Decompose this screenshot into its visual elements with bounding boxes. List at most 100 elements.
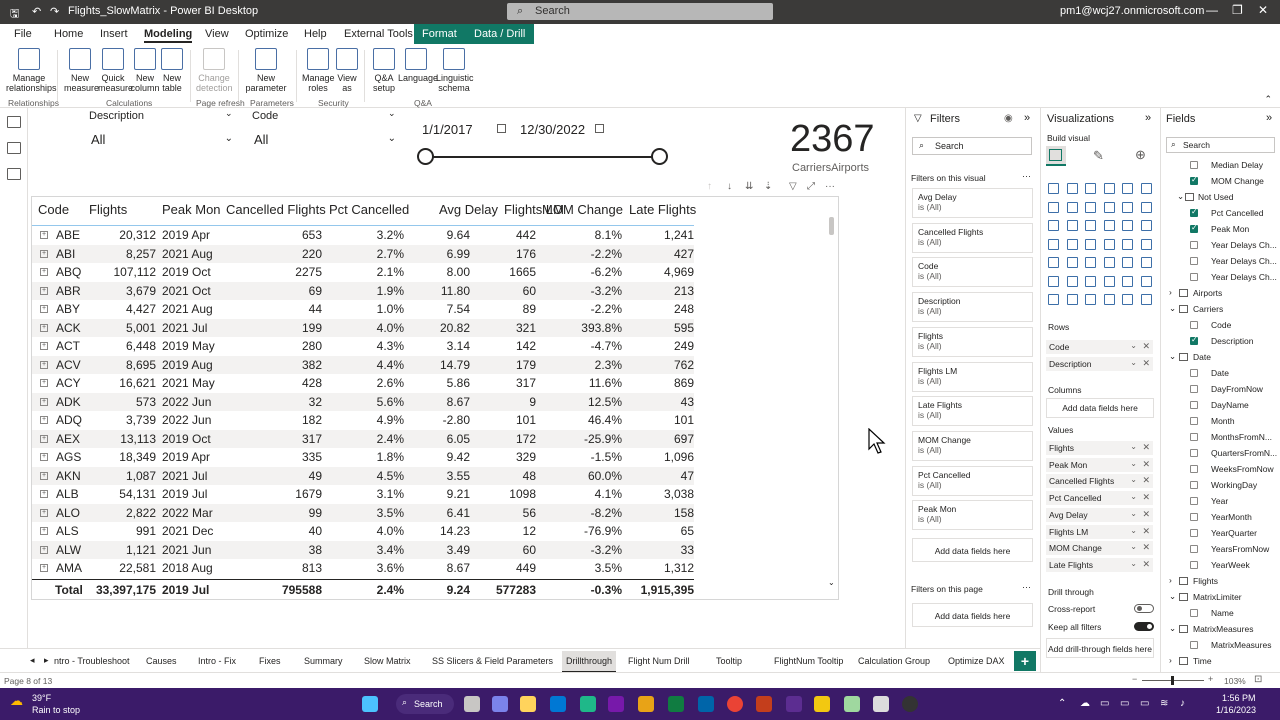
expand-row-icon[interactable]: + xyxy=(40,286,48,295)
zoom-slider[interactable] xyxy=(1142,676,1204,685)
visual-type-icon[interactable] xyxy=(1085,220,1096,231)
visual-type-icon[interactable] xyxy=(1140,275,1152,287)
expand-all-icon[interactable]: ⇊ xyxy=(745,181,753,192)
visual-type-icon[interactable] xyxy=(1122,201,1133,213)
restore-icon[interactable]: ❐ xyxy=(1232,3,1243,17)
table-row[interactable]: + ADQ 3,739 2022 Jun 182 4.9% -2.80 101 46.4% 101 xyxy=(32,411,694,429)
table-row[interactable]: + ACT 6,448 2019 May 280 4.3% 3.14 142 -4.7% 249 xyxy=(32,337,694,355)
field-checkbox[interactable] xyxy=(1190,449,1198,457)
values-well-item[interactable]: Cancelled Flights ⌄ ✕ xyxy=(1046,474,1153,489)
rows-well-description[interactable]: Description ⌄ ✕ xyxy=(1046,357,1153,371)
page-tab[interactable]: FlightNum Tooltip xyxy=(774,656,843,666)
tray-chevron-icon[interactable]: ⌃ xyxy=(1058,698,1066,709)
field-checkbox[interactable] xyxy=(1190,609,1198,617)
menu-file[interactable]: File xyxy=(14,28,32,40)
expand-row-icon[interactable]: + xyxy=(40,490,48,498)
visual-type-icon[interactable] xyxy=(1085,201,1096,213)
field-item[interactable]: Date xyxy=(1161,366,1279,381)
expand-row-icon[interactable]: + xyxy=(40,397,48,406)
visual-type-icon[interactable] xyxy=(1066,201,1078,213)
table-row[interactable]: + AEX 13,113 2019 Oct 317 2.4% 6.05 172 -25.9% 69… xyxy=(32,429,694,448)
field-folder[interactable]: ⌄ Not Used xyxy=(1161,190,1279,205)
date-start-input[interactable]: 1/1/2017 xyxy=(418,118,510,140)
close-icon[interactable]: ✕ xyxy=(1258,3,1268,17)
more-options-icon[interactable]: ··· xyxy=(1022,171,1031,181)
field-item[interactable]: YearQuarter xyxy=(1161,526,1279,541)
filter-card[interactable]: Code is (All) xyxy=(912,257,1033,288)
field-item[interactable]: YearsFromNow xyxy=(1161,542,1279,557)
remove-icon[interactable]: ✕ xyxy=(1142,492,1150,503)
scroll-down-icon[interactable]: ⌄ xyxy=(828,578,835,587)
model-view-icon[interactable] xyxy=(7,168,21,180)
new-column-button[interactable]: New column xyxy=(130,48,160,93)
table-row[interactable]: + ACY 16,621 2021 May 428 2.6% 5.86 317 11.6% 869 xyxy=(32,374,694,392)
table-row[interactable]: + ALS 991 2021 Dec 40 4.0% 14.23 12 -76.9% 65 xyxy=(32,522,694,540)
excel-icon[interactable] xyxy=(668,696,684,712)
visual-type-icon[interactable] xyxy=(1048,238,1059,250)
fit-to-page-icon[interactable]: ⊡ xyxy=(1254,674,1262,685)
table-row[interactable]: + ABQ 107,112 2019 Oct 2275 2.1% 8.00 1665 -6.2%… xyxy=(32,263,694,281)
table-row[interactable]: + ADK 573 2022 Jun 32 5.6% 8.67 9 12.5% 43 xyxy=(32,392,694,411)
field-item[interactable]: Pct Cancelled xyxy=(1161,206,1279,221)
calendar-icon[interactable] xyxy=(497,124,506,133)
collapse-ribbon-icon[interactable]: ⌃ xyxy=(1264,94,1272,105)
visual-type-icon[interactable] xyxy=(1048,257,1059,268)
user-account[interactable]: pm1@wcj27.onmicrosoft.com xyxy=(1060,5,1204,17)
expand-row-icon[interactable]: + xyxy=(40,453,48,461)
chevron-down-icon[interactable]: ⌄ xyxy=(1130,492,1137,501)
column-header-flights[interactable]: Flights xyxy=(89,202,127,217)
field-checkbox[interactable] xyxy=(1190,529,1198,537)
visual-type-icon[interactable] xyxy=(1085,183,1096,194)
field-item[interactable]: WeeksFromNow xyxy=(1161,462,1279,477)
expand-table-icon[interactable]: › xyxy=(1169,287,1172,297)
visual-type-icon[interactable] xyxy=(1085,257,1096,268)
save-icon[interactable]: 🖫 xyxy=(10,5,19,24)
settings-icon[interactable] xyxy=(873,696,889,712)
filter-card[interactable]: Avg Delay is (All) xyxy=(912,188,1033,218)
edge-icon[interactable] xyxy=(580,696,596,712)
field-item[interactable]: YearMonth xyxy=(1161,510,1279,525)
fields-search-input[interactable]: ⌕ Search xyxy=(1166,137,1275,153)
clock-date[interactable]: 1/16/2023 xyxy=(1216,705,1256,715)
field-item[interactable]: Year Delays Ch... xyxy=(1161,238,1279,253)
field-table[interactable]: › Time xyxy=(1161,654,1279,669)
page-tab[interactable]: Causes xyxy=(146,656,177,666)
change-detection-button[interactable]: Change detection xyxy=(196,48,233,93)
field-checkbox[interactable] xyxy=(1190,433,1198,441)
table-row[interactable]: + AGS 18,349 2019 Apr 335 1.8% 9.42 329 -1.5% 1,0… xyxy=(32,448,694,466)
visual-type-icon[interactable] xyxy=(1103,201,1115,213)
expand-row-icon[interactable]: + xyxy=(40,305,48,313)
expand-table-icon[interactable]: › xyxy=(1169,575,1172,585)
powerpoint-icon[interactable] xyxy=(756,696,772,712)
expand-table-icon[interactable]: ⌄ xyxy=(1169,591,1176,602)
report-view-icon[interactable] xyxy=(7,116,21,128)
filters-search-input[interactable]: ⌕ Search xyxy=(912,137,1032,155)
chevron-down-icon[interactable]: ⌄ xyxy=(1130,358,1137,367)
field-checkbox[interactable] xyxy=(1190,175,1198,185)
field-table[interactable]: ⌄ Date xyxy=(1161,350,1279,365)
drill-up-icon[interactable]: ↑ xyxy=(707,181,712,192)
visual-type-icon[interactable] xyxy=(1048,275,1059,287)
expand-row-icon[interactable]: + xyxy=(40,545,48,554)
filter-card[interactable]: Flights LM is (All) xyxy=(912,361,1033,392)
page-tab[interactable]: Summary xyxy=(304,656,343,666)
build-visual-tab[interactable] xyxy=(1046,146,1066,166)
visual-type-icon[interactable] xyxy=(1103,257,1115,268)
title-search-box[interactable]: ⌕ Search xyxy=(507,3,773,20)
chevron-down-icon[interactable]: ⌄ xyxy=(1130,442,1137,451)
expand-level-icon[interactable]: ⇣ xyxy=(764,181,772,192)
field-item[interactable]: YearWeek xyxy=(1161,558,1279,573)
more-options-icon[interactable]: ··· xyxy=(1022,582,1031,592)
power-bi-icon[interactable] xyxy=(814,696,830,712)
slicer-chevron-icon[interactable]: ⌄ xyxy=(225,108,233,119)
file-explorer-icon[interactable] xyxy=(520,696,536,712)
expand-table-icon[interactable]: ⌄ xyxy=(1169,351,1176,362)
field-item[interactable]: QuartersFromN... xyxy=(1161,446,1279,461)
field-item[interactable]: MOM Change xyxy=(1161,174,1279,189)
visual-type-icon[interactable] xyxy=(1066,183,1078,194)
field-checkbox[interactable] xyxy=(1190,223,1198,233)
filters-page-add[interactable]: Add data fields here xyxy=(912,603,1033,627)
field-item[interactable]: Name xyxy=(1161,606,1279,621)
field-checkbox[interactable] xyxy=(1190,241,1198,249)
visual-type-icon[interactable] xyxy=(1122,294,1133,305)
